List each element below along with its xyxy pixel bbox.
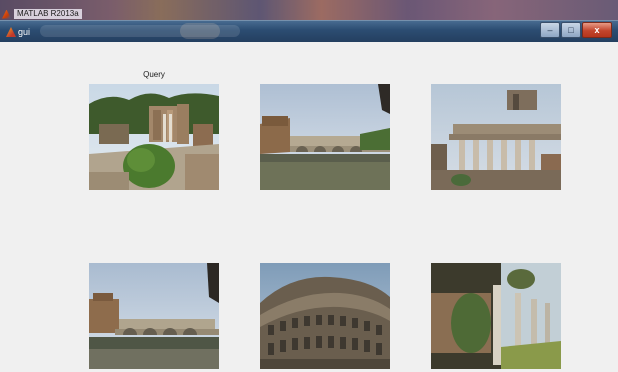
result-image[interactable] (260, 84, 390, 190)
minimize-button[interactable]: – (540, 22, 560, 38)
query-label: Query (143, 70, 165, 79)
close-button[interactable]: x (582, 22, 612, 38)
query-image[interactable] (89, 84, 219, 190)
maximize-button[interactable]: □ (561, 22, 581, 38)
taskbar (0, 0, 618, 20)
app-title[interactable]: MATLAB R2013a (0, 8, 82, 20)
result-image[interactable] (431, 84, 561, 190)
matlab-logo-icon (2, 9, 11, 19)
window-titlebar[interactable] (0, 20, 618, 42)
maximize-icon: □ (568, 25, 574, 35)
result-image[interactable] (431, 263, 561, 369)
app-title-label: MATLAB R2013a (14, 9, 82, 19)
window-controls: – □ x (540, 22, 612, 38)
window-title: gui (18, 27, 31, 37)
result-image[interactable] (89, 263, 219, 369)
titlebar-blur (180, 23, 220, 39)
close-icon: x (594, 25, 600, 35)
minimize-icon: – (547, 25, 553, 35)
result-image[interactable] (260, 263, 390, 369)
